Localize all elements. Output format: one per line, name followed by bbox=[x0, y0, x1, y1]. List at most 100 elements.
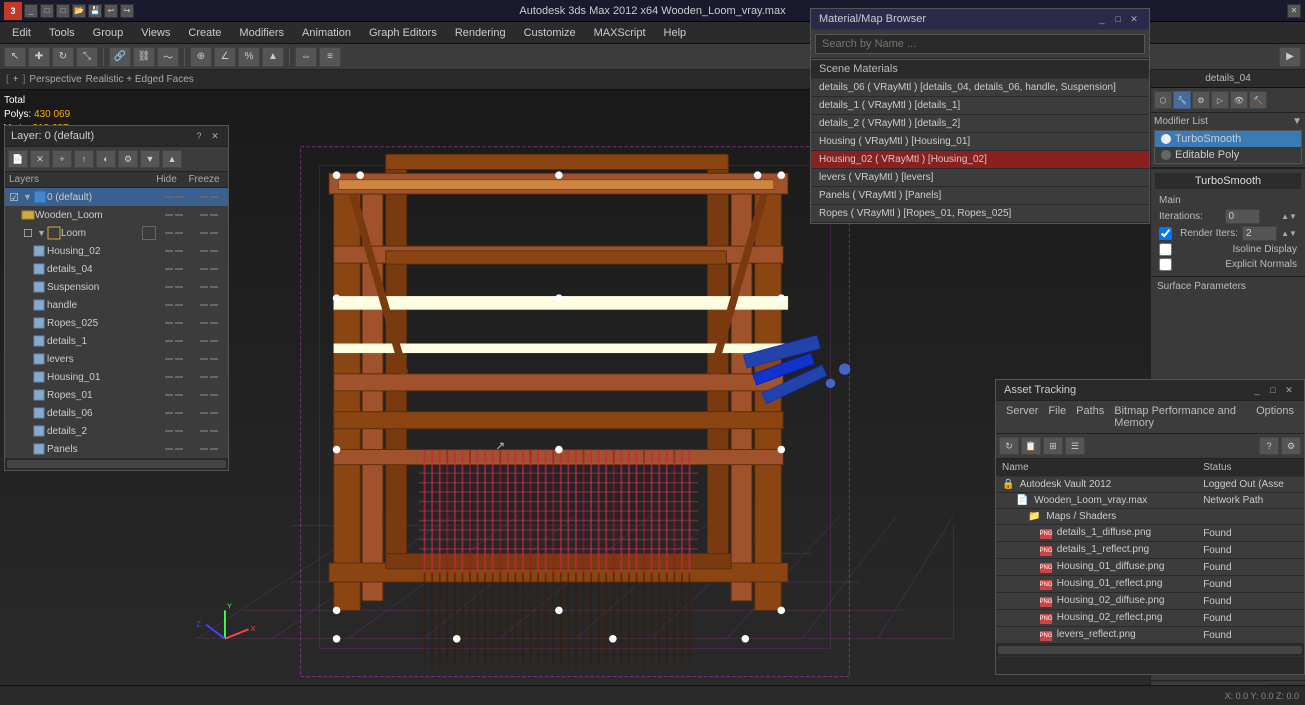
layer-check-default[interactable]: ☑ bbox=[7, 190, 21, 204]
layer-row-suspension[interactable]: Suspension bbox=[5, 278, 228, 296]
snap-toggle[interactable]: ⊕ bbox=[190, 47, 212, 67]
layer-add-button[interactable]: + bbox=[52, 150, 72, 168]
layer-row-details-2[interactable]: details_2 bbox=[5, 422, 228, 440]
layer-row-loom[interactable]: ☐ ▼ Loom bbox=[5, 224, 228, 242]
spinner-snap[interactable]: ▲ bbox=[262, 47, 284, 67]
at-menu-bitmap[interactable]: Bitmap Performance and Memory bbox=[1110, 404, 1250, 430]
at-btn-help[interactable]: ? bbox=[1259, 437, 1279, 455]
rotate-tool[interactable]: ↻ bbox=[52, 47, 74, 67]
select-tool[interactable]: ↖ bbox=[4, 47, 26, 67]
layer-row-levers[interactable]: levers bbox=[5, 350, 228, 368]
layer-up-button[interactable]: ▲ bbox=[162, 150, 182, 168]
layer-row-panels[interactable]: Panels bbox=[5, 440, 228, 458]
menu-edit[interactable]: Edit bbox=[4, 25, 39, 41]
table-row[interactable]: PNG details_1_reflect.png Found bbox=[996, 542, 1304, 559]
mb-item-levers[interactable]: levers ( VRayMtl ) [levers] bbox=[811, 169, 1149, 187]
mb-item-details-06[interactable]: details_06 ( VRayMtl ) [details_04, deta… bbox=[811, 79, 1149, 97]
render-iters-stepper[interactable]: ▲▼ bbox=[1281, 229, 1297, 238]
menu-views[interactable]: Views bbox=[133, 25, 178, 41]
layer-row-housing-02[interactable]: Housing_02 bbox=[5, 242, 228, 260]
layer-row-default[interactable]: ☑ ▼ 0 (default) bbox=[5, 188, 228, 206]
viewport-shade[interactable]: Realistic + Edged Faces bbox=[86, 74, 194, 85]
mb-item-ropes[interactable]: Ropes ( VRayMtl ) [Ropes_01, Ropes_025] bbox=[811, 205, 1149, 223]
layer-row-details-1[interactable]: details_1 bbox=[5, 332, 228, 350]
rp-icon-hierarchy[interactable]: ⚙ bbox=[1192, 91, 1210, 109]
table-row[interactable]: PNG details_1_diffuse.png Found bbox=[996, 525, 1304, 542]
link-tool[interactable]: 🔗 bbox=[109, 47, 131, 67]
close-button[interactable]: ✕ bbox=[1287, 4, 1301, 18]
rp-icon-utilities[interactable]: 🔨 bbox=[1249, 91, 1267, 109]
iterations-input[interactable] bbox=[1225, 209, 1260, 224]
at-btn-refresh[interactable]: ↻ bbox=[999, 437, 1019, 455]
open-button[interactable]: 📂 bbox=[72, 4, 86, 18]
at-btn-resolve[interactable]: 📋 bbox=[1021, 437, 1041, 455]
unlink-tool[interactable]: ⛓ bbox=[133, 47, 155, 67]
render-iters-checkbox[interactable] bbox=[1159, 227, 1172, 240]
table-row[interactable]: PNG Housing_02_diffuse.png Found bbox=[996, 593, 1304, 610]
menu-group[interactable]: Group bbox=[85, 25, 132, 41]
table-row[interactable]: PNG Housing_02_reflect.png Found bbox=[996, 610, 1304, 627]
asset-tracking-table-scroll[interactable]: Name Status 🔒 Autodesk Vault 2012 Logged… bbox=[996, 459, 1304, 644]
modifier-editable-poly[interactable]: Editable Poly bbox=[1155, 147, 1301, 163]
layer-row-ropes-01[interactable]: Ropes_01 bbox=[5, 386, 228, 404]
at-hscroll-track[interactable] bbox=[998, 646, 1302, 654]
layer-settings-button[interactable]: ⚙ bbox=[118, 150, 138, 168]
at-btn-thumbnail[interactable]: ⊞ bbox=[1043, 437, 1063, 455]
modifier-turbosmooth[interactable]: TurboSmooth bbox=[1155, 131, 1301, 147]
at-btn-detail[interactable]: ☰ bbox=[1065, 437, 1085, 455]
table-row[interactable]: 🔒 Autodesk Vault 2012 Logged Out (Asse bbox=[996, 477, 1304, 493]
new-scene-button[interactable]: □ bbox=[56, 4, 70, 18]
layer-select-button[interactable]: ↑ bbox=[74, 150, 94, 168]
align-tool[interactable]: ≡ bbox=[319, 47, 341, 67]
layer-row-wooden-loom[interactable]: Wooden_Loom bbox=[5, 206, 228, 224]
mirror-tool[interactable]: ⇔ bbox=[295, 47, 317, 67]
menu-create[interactable]: Create bbox=[180, 25, 229, 41]
menu-animation[interactable]: Animation bbox=[294, 25, 359, 41]
percent-snap[interactable]: % bbox=[238, 47, 260, 67]
layers-close-button[interactable]: ✕ bbox=[208, 129, 222, 143]
viewport-plus[interactable]: + bbox=[13, 74, 19, 85]
layer-row-handle[interactable]: handle bbox=[5, 296, 228, 314]
menu-modifiers[interactable]: Modifiers bbox=[231, 25, 292, 41]
bind-space-warp[interactable]: 〜 bbox=[157, 47, 179, 67]
layers-hscroll-track[interactable] bbox=[7, 460, 226, 468]
menu-help[interactable]: Help bbox=[656, 25, 695, 41]
table-row[interactable]: PNG levers_reflect.png Found bbox=[996, 627, 1304, 644]
undo-button[interactable]: ↩ bbox=[104, 4, 118, 18]
at-btn-settings[interactable]: ⚙ bbox=[1281, 437, 1301, 455]
mb-item-details-2[interactable]: details_2 ( VRayMtl ) [details_2] bbox=[811, 115, 1149, 133]
iterations-stepper[interactable]: ▲▼ bbox=[1281, 212, 1297, 221]
menu-maxscript[interactable]: MAXScript bbox=[586, 25, 654, 41]
at-menu-paths[interactable]: Paths bbox=[1072, 404, 1108, 430]
rp-icon-modify[interactable]: 🔧 bbox=[1173, 91, 1191, 109]
table-row[interactable]: 📄 Wooden_Loom_vray.max Network Path bbox=[996, 493, 1304, 509]
layers-help-button[interactable]: ? bbox=[192, 129, 206, 143]
layer-highlight-button[interactable]: ◐ bbox=[96, 150, 116, 168]
mb-item-panels[interactable]: Panels ( VRayMtl ) [Panels] bbox=[811, 187, 1149, 205]
asset-tracking-input-row[interactable] bbox=[996, 656, 1304, 674]
layer-expand-loom[interactable]: ▼ bbox=[37, 228, 47, 238]
menu-graph-editors[interactable]: Graph Editors bbox=[361, 25, 445, 41]
redo-button[interactable]: ↪ bbox=[120, 4, 134, 18]
layer-row-details-06[interactable]: details_06 bbox=[5, 404, 228, 422]
asset-tracking-scrollbar[interactable] bbox=[996, 644, 1304, 656]
table-row[interactable]: PNG Housing_01_reflect.png Found bbox=[996, 576, 1304, 593]
at-menu-options[interactable]: Options bbox=[1252, 404, 1298, 430]
layer-row-ropes-025[interactable]: Ropes_025 bbox=[5, 314, 228, 332]
restore-button[interactable]: □ bbox=[40, 4, 54, 18]
layer-move-button[interactable]: ▼ bbox=[140, 150, 160, 168]
menu-rendering[interactable]: Rendering bbox=[447, 25, 514, 41]
table-row[interactable]: 📁 Maps / Shaders bbox=[996, 509, 1304, 525]
layers-scrollbar[interactable] bbox=[5, 458, 228, 470]
render-iters-input[interactable] bbox=[1242, 226, 1277, 241]
layer-row-details-04[interactable]: details_04 bbox=[5, 260, 228, 278]
minimize-button[interactable]: _ bbox=[24, 4, 38, 18]
asset-tracking-close[interactable]: ✕ bbox=[1282, 383, 1296, 397]
rp-icon-create[interactable]: ⬡ bbox=[1154, 91, 1172, 109]
isoline-checkbox[interactable] bbox=[1159, 243, 1172, 256]
rp-icon-display[interactable]: 👁 bbox=[1230, 91, 1248, 109]
mb-item-housing-02[interactable]: Housing_02 ( VRayMtl ) [Housing_02] bbox=[811, 151, 1149, 169]
menu-tools[interactable]: Tools bbox=[41, 25, 83, 41]
rp-icon-motion[interactable]: ▷ bbox=[1211, 91, 1229, 109]
viewport-type[interactable]: Perspective bbox=[29, 74, 81, 85]
